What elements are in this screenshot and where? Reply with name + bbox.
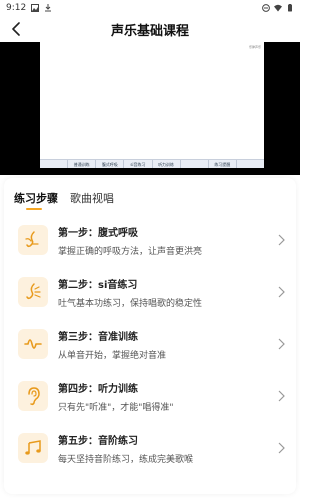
back-button[interactable] [6, 18, 26, 40]
video-frame: 乐律声乐 普通训练 腹式呼吸 si音练习 听力训练 练习提醒 [40, 42, 264, 168]
gallery-icon [31, 4, 40, 12]
step-desc: 每天坚持音阶练习，练成完美歌喉 [58, 454, 194, 465]
chevron-right-icon [278, 338, 285, 350]
video-slide-tab [40, 160, 67, 168]
chevron-right-icon [278, 286, 285, 298]
step-desc: 吐气基本功练习，保持唱歌的稳定性 [58, 298, 203, 309]
pitch-wave-icon [18, 329, 48, 359]
step-title: 第五步：音阶练习 [58, 435, 138, 447]
video-slide-tab: 腹式呼吸 [95, 160, 123, 168]
app-bar: 声乐基础课程 [0, 16, 300, 42]
step-desc: 只有先"听准"，才能"唱得准" [58, 402, 174, 413]
wifi-icon [274, 4, 282, 12]
step-item-si-sound[interactable]: 第二步：si音练习 吐气基本功练习，保持唱歌的稳定性 [14, 266, 290, 318]
video-slide-tab: 练习提醒 [207, 160, 236, 168]
chevron-right-icon [278, 442, 285, 454]
step-desc: 掌握正确的呼吸方法，让声音更洪亮 [58, 246, 203, 257]
status-bar: 9:12 [0, 0, 300, 16]
ear-icon [18, 381, 48, 411]
active-tab-indicator [26, 208, 42, 210]
page-title: 声乐基础课程 [110, 23, 189, 39]
dnd-icon [262, 4, 270, 12]
step-desc: 从单音开始，掌握绝对音准 [58, 350, 167, 361]
video-player[interactable]: 乐律声乐 普通训练 腹式呼吸 si音练习 听力训练 练习提醒 [0, 42, 300, 175]
step-item-breathing[interactable]: 第一步：腹式呼吸 掌握正确的呼吸方法，让声音更洪亮 [14, 214, 290, 266]
tab-label: 练习步骤 [14, 192, 58, 205]
step-title: 第二步：si音练习 [58, 279, 138, 291]
chevron-right-icon [278, 234, 285, 246]
video-slide-tab [179, 160, 208, 168]
download-icon [45, 4, 52, 12]
tab-label: 歌曲视唱 [70, 192, 114, 205]
video-slide-tab: si音练习 [123, 160, 151, 168]
video-slide-tab: 普通训练 [67, 160, 95, 168]
course-content-card: 练习步骤 歌曲视唱 第一步：腹式呼吸 掌握正确的呼吸方法，让声音更洪亮 第二步：… [4, 178, 296, 494]
back-arrow-icon [12, 22, 20, 36]
tab-practice-steps[interactable]: 练习步骤 [14, 190, 58, 210]
steps-list: 第一步：腹式呼吸 掌握正确的呼吸方法，让声音更洪亮 第二步：si音练习 吐气基本… [14, 214, 290, 474]
tab-song-sightsinging[interactable]: 歌曲视唱 [70, 190, 114, 210]
video-slide-tab [235, 160, 264, 168]
status-time: 9:12 [6, 3, 27, 13]
video-slide-tabs: 普通训练 腹式呼吸 si音练习 听力训练 练习提醒 [40, 159, 264, 168]
step-title: 第三步：音准训练 [58, 331, 138, 343]
video-slide-tab: 听力训练 [151, 160, 180, 168]
step-title: 第一步：腹式呼吸 [58, 227, 138, 239]
breathing-icon [18, 225, 48, 255]
si-sound-icon [18, 277, 48, 307]
step-item-pitch[interactable]: 第三步：音准训练 从单音开始，掌握绝对音准 [14, 318, 290, 370]
chevron-right-icon [278, 390, 285, 402]
battery-icon [288, 4, 292, 12]
step-item-listening[interactable]: 第四步：听力训练 只有先"听准"，才能"唱得准" [14, 370, 290, 422]
music-notes-icon [18, 433, 48, 463]
step-title: 第四步：听力训练 [58, 383, 138, 395]
step-item-scales[interactable]: 第五步：音阶练习 每天坚持音阶练习，练成完美歌喉 [14, 422, 290, 474]
content-tabs: 练习步骤 歌曲视唱 [14, 190, 114, 210]
video-logo: 乐律声乐 [248, 45, 261, 49]
